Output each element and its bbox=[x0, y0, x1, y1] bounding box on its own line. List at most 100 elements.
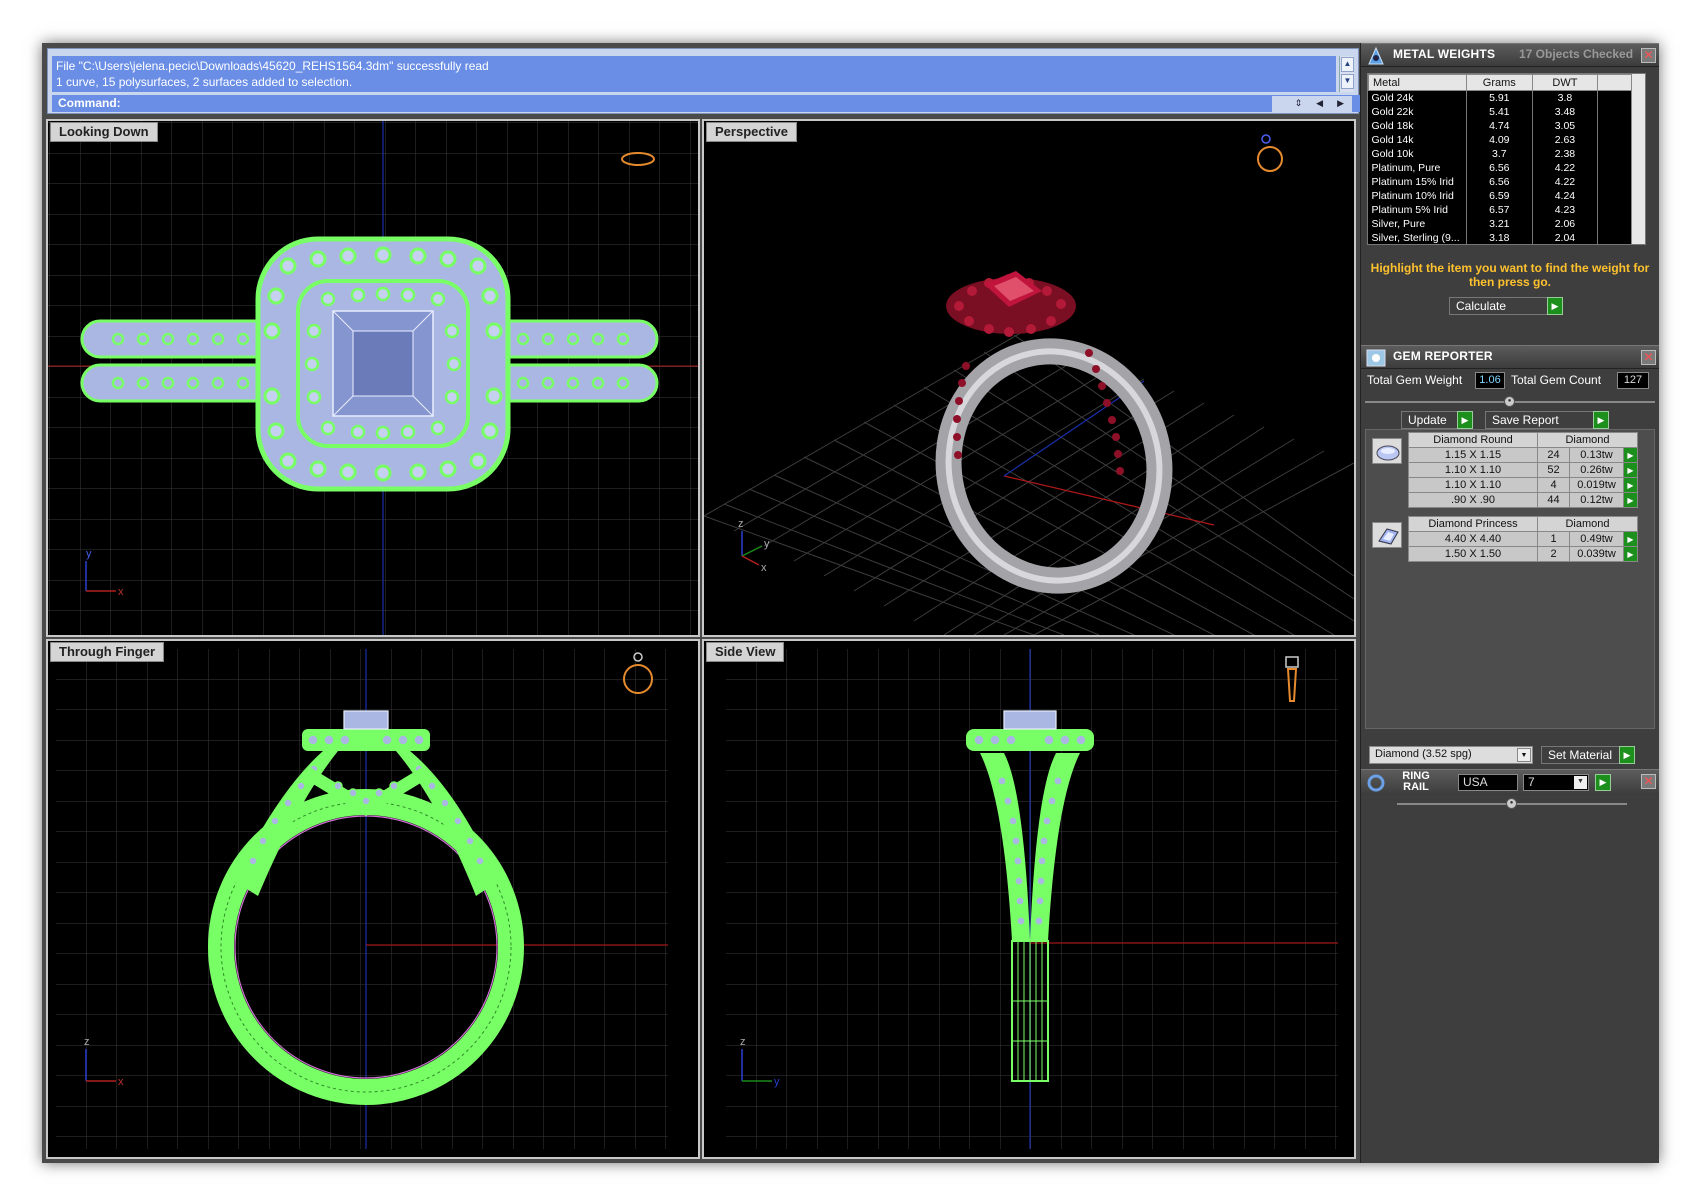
set-material-button[interactable]: Set Material ▶ bbox=[1541, 746, 1635, 764]
table-row[interactable]: Gold 14k 4.09 2.63 bbox=[1368, 132, 1632, 147]
metal-name: Platinum 10% Irid bbox=[1368, 188, 1467, 203]
metal-name: Silver, Pure bbox=[1368, 216, 1467, 231]
table-row[interactable]: 1.10 X 1.10 52 0.26tw ▶ bbox=[1408, 462, 1638, 478]
table-row[interactable]: 1.50 X 1.50 2 0.039tw ▶ bbox=[1408, 546, 1638, 562]
gem-list: Diamond Round Diamond 1.15 X 1.15 24 0.13t… bbox=[1365, 429, 1655, 729]
grams-value: 3.7 bbox=[1466, 146, 1533, 161]
gem-shape: Diamond Round bbox=[1408, 432, 1538, 448]
gem-group-header: Diamond Round Diamond bbox=[1408, 432, 1638, 448]
chevron-down-icon[interactable]: ▼ bbox=[1517, 748, 1531, 762]
table-row[interactable]: Silver, Sterling (9... 3.18 2.04 bbox=[1368, 230, 1632, 244]
calculate-button[interactable]: Calculate ▶ bbox=[1449, 297, 1563, 315]
gem-weight: 0.26tw bbox=[1569, 462, 1624, 478]
save-report-button[interactable]: Save Report ▶ bbox=[1485, 411, 1609, 429]
table-row[interactable]: Silver, Pure 3.21 2.06 bbox=[1368, 216, 1632, 231]
table-row[interactable]: 4.40 X 4.40 1 0.49tw ▶ bbox=[1408, 531, 1638, 547]
table-row[interactable]: Gold 24k 5.91 3.8 bbox=[1368, 90, 1632, 105]
dwt-value: 4.22 bbox=[1532, 160, 1599, 175]
scale-icon bbox=[1368, 46, 1384, 65]
gem-weight: 0.019tw bbox=[1569, 477, 1624, 493]
viewport-title-front[interactable]: Through Finger bbox=[50, 642, 165, 662]
chevron-down-icon[interactable]: ▼ bbox=[1574, 776, 1587, 789]
go-arrow-icon[interactable]: ▶ bbox=[1623, 462, 1638, 478]
front-axis-z: z bbox=[84, 1036, 90, 1048]
table-row[interactable]: Gold 22k 5.41 3.48 bbox=[1368, 104, 1632, 119]
scroll-up-icon[interactable]: ▲ bbox=[1341, 57, 1354, 72]
material-select[interactable]: Diamond (3.52 spg) ▼ bbox=[1369, 746, 1533, 764]
table-row[interactable]: Gold 10k 3.7 2.38 bbox=[1368, 146, 1632, 161]
metal-name: Gold 10k bbox=[1368, 146, 1467, 161]
ring-rail-knob[interactable]: ● bbox=[1506, 798, 1517, 809]
table-row[interactable]: Platinum 5% Irid 6.57 4.23 bbox=[1368, 202, 1632, 217]
command-nav: ⇕ ◀ ▶ bbox=[1272, 96, 1352, 112]
viewport-top[interactable]: Looking Down y x bbox=[46, 119, 700, 637]
table-row[interactable]: .90 X .90 44 0.12tw ▶ bbox=[1408, 492, 1638, 508]
table-row[interactable]: Platinum, Pure 6.56 4.22 bbox=[1368, 160, 1632, 175]
metal-weights-table: Metal Grams DWT Gold 24k 5.91 3.8 Gold 22k… bbox=[1367, 73, 1646, 245]
go-arrow-icon[interactable]: ▶ bbox=[1623, 546, 1638, 562]
viewport-title-right[interactable]: Side View bbox=[706, 642, 785, 662]
go-arrow-icon[interactable]: ▶ bbox=[1593, 411, 1609, 429]
gem-group-header: Diamond Princess Diamond bbox=[1408, 516, 1638, 532]
table-row[interactable]: Gold 18k 4.74 3.05 bbox=[1368, 118, 1632, 133]
total-weight-value: 1.06 bbox=[1475, 372, 1505, 389]
right-axis-z: z bbox=[740, 1036, 746, 1048]
go-arrow-icon[interactable]: ▶ bbox=[1623, 531, 1638, 547]
close-icon[interactable]: ✕ bbox=[1641, 774, 1656, 789]
table-row[interactable]: Platinum 10% Irid 6.59 4.24 bbox=[1368, 188, 1632, 203]
table-header-row: Metal Grams DWT bbox=[1368, 74, 1632, 91]
close-icon[interactable]: ✕ bbox=[1641, 350, 1656, 365]
column-header-grams[interactable]: Grams bbox=[1465, 74, 1533, 91]
history-scrollbar[interactable]: ▲ ▼ bbox=[1339, 56, 1354, 92]
viewport-right[interactable]: Side View z y bbox=[702, 639, 1356, 1159]
go-arrow-icon[interactable]: ▶ bbox=[1619, 746, 1635, 764]
column-header-metal[interactable]: Metal bbox=[1368, 74, 1467, 91]
dwt-value: 2.06 bbox=[1532, 216, 1599, 231]
ring-size-select[interactable]: 7 ▼ bbox=[1523, 774, 1589, 791]
ring-icon bbox=[1367, 774, 1385, 792]
command-right-icon[interactable]: ▶ bbox=[1337, 96, 1344, 112]
dwt-value: 3.8 bbox=[1532, 90, 1599, 105]
gem-count: 24 bbox=[1537, 447, 1570, 463]
gem-material: Diamond bbox=[1537, 432, 1638, 448]
go-arrow-icon[interactable]: ▶ bbox=[1623, 477, 1638, 493]
save-report-label: Save Report bbox=[1492, 413, 1559, 427]
go-arrow-icon[interactable]: ▶ bbox=[1623, 492, 1638, 508]
close-icon[interactable]: ✕ bbox=[1641, 48, 1656, 63]
command-line[interactable]: Command: bbox=[52, 95, 1362, 112]
go-arrow-icon[interactable]: ▶ bbox=[1547, 297, 1563, 315]
scroll-down-icon[interactable]: ▼ bbox=[1341, 74, 1354, 89]
metal-name: Gold 14k bbox=[1368, 132, 1467, 147]
go-arrow-icon[interactable]: ▶ bbox=[1623, 447, 1638, 463]
gem-weight: 0.12tw bbox=[1569, 492, 1624, 508]
calculate-label: Calculate bbox=[1456, 299, 1507, 313]
metal-name: Gold 22k bbox=[1368, 104, 1467, 119]
go-arrow-icon[interactable]: ▶ bbox=[1595, 774, 1611, 791]
go-arrow-icon[interactable]: ▶ bbox=[1457, 411, 1473, 429]
ring-size-system[interactable]: USA bbox=[1458, 774, 1518, 791]
metal-weights-scrollbar[interactable] bbox=[1631, 74, 1645, 244]
grams-value: 6.56 bbox=[1466, 160, 1533, 175]
command-spin-icon[interactable]: ⇕ bbox=[1295, 96, 1303, 112]
gem-weight: 0.49tw bbox=[1569, 531, 1624, 547]
viewport-title-perspective[interactable]: Perspective bbox=[706, 122, 797, 142]
column-header-dwt[interactable]: DWT bbox=[1531, 74, 1599, 91]
gem-slider-knob[interactable]: ● bbox=[1504, 396, 1515, 407]
viewport-front[interactable]: Through Finger z x bbox=[46, 639, 700, 1159]
grams-value: 6.57 bbox=[1466, 202, 1533, 217]
dwt-value: 3.48 bbox=[1532, 104, 1599, 119]
table-row[interactable]: 1.15 X 1.15 24 0.13tw ▶ bbox=[1408, 447, 1638, 463]
persp-axis-y: y bbox=[764, 538, 770, 550]
dwt-value: 4.24 bbox=[1532, 188, 1599, 203]
command-history: File "C:\Users\jelena.pecic\Downloads\45… bbox=[52, 56, 1336, 92]
table-row[interactable]: 1.10 X 1.10 4 0.019tw ▶ bbox=[1408, 477, 1638, 493]
metal-weights-header: METAL WEIGHTS 17 Objects Checked ✕ bbox=[1361, 43, 1659, 67]
viewport-title-top[interactable]: Looking Down bbox=[50, 122, 158, 142]
table-row[interactable]: Platinum 15% Irid 6.56 4.22 bbox=[1368, 174, 1632, 189]
dwt-value: 2.04 bbox=[1532, 230, 1599, 244]
viewport-perspective[interactable]: Perspective z y x bbox=[702, 119, 1356, 637]
gem-material: Diamond bbox=[1537, 516, 1638, 532]
command-left-icon[interactable]: ◀ bbox=[1316, 96, 1323, 112]
update-button[interactable]: Update ▶ bbox=[1401, 411, 1473, 429]
ring-rail-header: RING RAIL USA 7 ▼ ▶ ✕ bbox=[1361, 769, 1659, 795]
